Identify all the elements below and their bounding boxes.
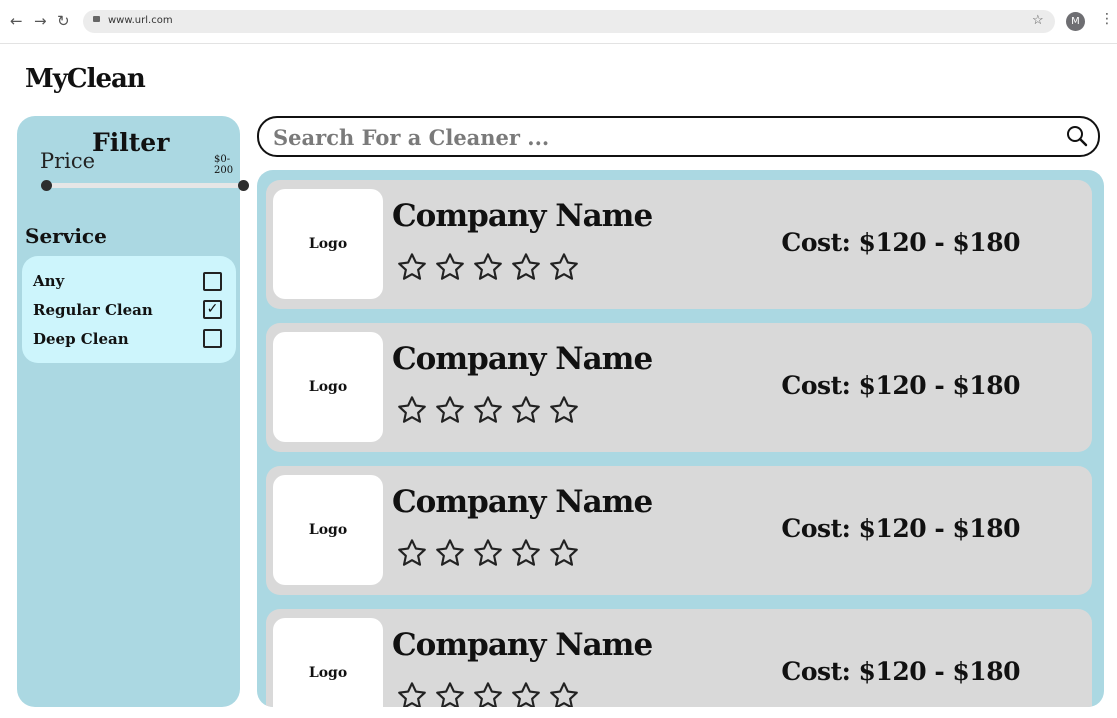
service-options: Any Regular Clean ✓ Deep Clean: [22, 256, 236, 363]
company-logo: Logo: [273, 618, 383, 707]
star-rating[interactable]: [396, 680, 580, 707]
forward-icon[interactable]: →: [34, 12, 47, 30]
star-rating[interactable]: [396, 394, 580, 430]
company-name[interactable]: Company Name: [392, 198, 653, 234]
star-icon[interactable]: [396, 394, 428, 430]
results-list: Logo Company Name Cost: $120 - $180 Logo Com…: [257, 170, 1104, 707]
star-icon[interactable]: [548, 537, 580, 573]
star-rating[interactable]: [396, 537, 580, 573]
company-name[interactable]: Company Name: [392, 484, 653, 520]
star-icon[interactable]: [510, 394, 542, 430]
cost-range: Cost: $120 - $180: [781, 371, 1020, 400]
option-any-checkbox[interactable]: [203, 272, 222, 291]
price-range-value: $0-200: [214, 154, 234, 176]
star-icon[interactable]: [472, 680, 504, 707]
lock-icon: [93, 16, 100, 22]
star-icon[interactable]: [472, 394, 504, 430]
cost-range: Cost: $120 - $180: [781, 514, 1020, 543]
company-logo: Logo: [273, 189, 383, 299]
star-icon[interactable]: [472, 251, 504, 287]
cleaner-card[interactable]: Logo Company Name Cost: $120 - $180: [266, 466, 1092, 595]
star-icon[interactable]: [434, 537, 466, 573]
filter-sidebar: Price Filter $0-200 Service Any Regular …: [17, 116, 249, 707]
cleaner-card[interactable]: Logo Company Name Cost: $120 - $180: [266, 323, 1092, 452]
star-rating[interactable]: [396, 251, 580, 287]
star-icon[interactable]: [510, 537, 542, 573]
star-icon[interactable]: [548, 251, 580, 287]
search-bar: [257, 116, 1100, 157]
cleaner-card[interactable]: Logo Company Name Cost: $120 - $180: [266, 180, 1092, 309]
company-logo: Logo: [273, 332, 383, 442]
search-input[interactable]: [273, 123, 1053, 151]
search-icon[interactable]: [1066, 125, 1088, 147]
filter-title: Filter: [92, 128, 170, 157]
star-icon[interactable]: [396, 251, 428, 287]
company-name[interactable]: Company Name: [392, 341, 653, 377]
star-icon[interactable]: [548, 680, 580, 707]
option-deep-clean-label: Deep Clean: [33, 330, 129, 348]
service-label: Service: [25, 224, 107, 248]
star-icon[interactable]: [510, 680, 542, 707]
star-icon[interactable]: [434, 680, 466, 707]
bookmark-star-icon[interactable]: ☆: [1032, 13, 1044, 28]
star-icon[interactable]: [472, 537, 504, 573]
price-slider-min-handle[interactable]: [41, 180, 52, 191]
price-slider-track[interactable]: [46, 183, 243, 188]
star-icon[interactable]: [396, 537, 428, 573]
option-regular-clean-checkbox[interactable]: ✓: [203, 300, 222, 319]
brand-logo[interactable]: MyClean: [25, 64, 146, 94]
price-slider-max-handle[interactable]: [238, 180, 249, 191]
star-icon[interactable]: [548, 394, 580, 430]
url-text: www.url.com: [108, 15, 173, 26]
reload-icon[interactable]: ↻: [57, 12, 70, 30]
company-logo: Logo: [273, 475, 383, 585]
option-any-label: Any: [33, 272, 65, 290]
cost-range: Cost: $120 - $180: [781, 657, 1020, 686]
more-menu-icon[interactable]: ⋮: [1100, 11, 1114, 27]
star-icon[interactable]: [510, 251, 542, 287]
cost-range: Cost: $120 - $180: [781, 228, 1020, 257]
star-icon[interactable]: [396, 680, 428, 707]
cleaner-card[interactable]: Logo Company Name Cost: $120 - $180: [266, 609, 1092, 707]
price-label: Price: [40, 149, 96, 173]
check-icon: ✓: [206, 301, 219, 317]
back-icon[interactable]: ←: [10, 12, 23, 30]
star-icon[interactable]: [434, 394, 466, 430]
star-icon[interactable]: [434, 251, 466, 287]
avatar[interactable]: M: [1066, 12, 1085, 31]
company-name[interactable]: Company Name: [392, 627, 653, 663]
address-bar[interactable]: www.url.com: [83, 10, 1055, 33]
browser-toolbar: ← → ↻ www.url.com ☆ M ⋮: [0, 0, 1117, 44]
option-deep-clean-checkbox[interactable]: [203, 329, 222, 348]
option-regular-clean-label: Regular Clean: [33, 301, 153, 319]
